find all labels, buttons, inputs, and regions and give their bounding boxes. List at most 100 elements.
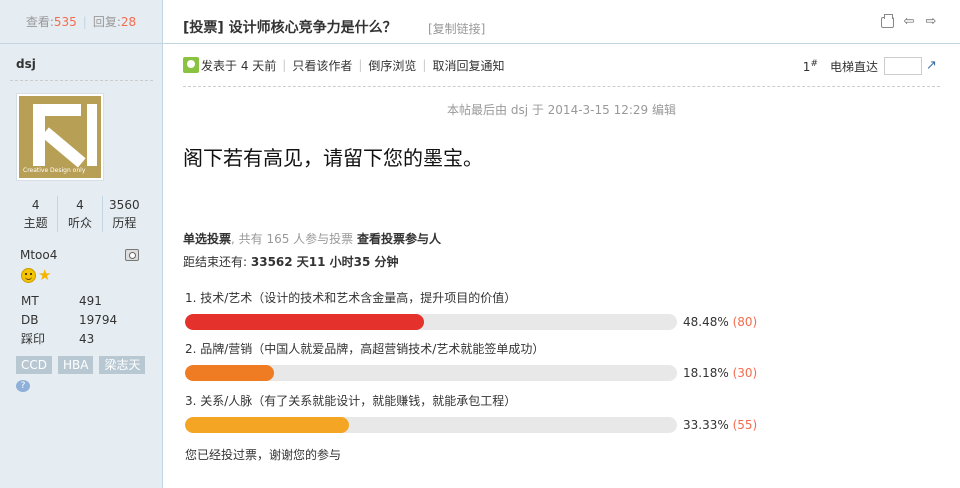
profile-row: DB 19794: [21, 311, 117, 330]
prev-thread-icon[interactable]: ⇦: [902, 15, 916, 29]
star-icon: ★: [38, 266, 52, 284]
user-count-topics[interactable]: 4 主题: [14, 196, 57, 232]
post-meta: 发表于 4 天前 | 只看该作者 | 倒序浏览 | 取消回复通知: [183, 56, 504, 74]
poll-remaining: 距结束还有: 33562 天11 小时35 分钟: [183, 253, 399, 270]
profile-value: 491: [79, 294, 102, 308]
thread-stats: 查看: 535 | 回复: 28: [0, 0, 162, 44]
user-count-listeners[interactable]: 4 听众: [57, 196, 101, 232]
floor-number-suffix: #: [810, 58, 818, 69]
replies-label: 回复:: [92, 15, 121, 29]
user-count-label: 主题: [23, 216, 48, 230]
reverse-order-link[interactable]: 倒序浏览: [368, 57, 416, 74]
print-icon[interactable]: [881, 14, 894, 28]
smile-icon: [21, 268, 36, 283]
poll-option: 3. 关系/人脉（有了关系就能设计，就能赚钱，就能承包工程） 33.33% (5…: [185, 393, 785, 433]
author-username[interactable]: dsj: [16, 57, 36, 71]
avatar-logo: Creative Design only: [19, 96, 101, 178]
post-divider: [183, 86, 940, 87]
poll-result: 18.18% (30): [683, 366, 757, 380]
online-status-icon: [183, 57, 199, 73]
user-tag[interactable]: HBA: [58, 356, 94, 374]
poll-participants: , 共有 165 人参与投票: [231, 232, 354, 246]
meta-divider: |: [422, 58, 427, 72]
poll-count: (80): [732, 315, 758, 329]
poll-percent: 48.48%: [683, 315, 729, 329]
edit-note: 本帖最后由 dsj 于 2014-3-15 12:29 编辑: [447, 103, 676, 117]
post-time: 发表于 4 天前: [201, 58, 277, 73]
poll-bar-row: 48.48% (80): [185, 314, 785, 330]
next-thread-icon[interactable]: ⇨: [924, 15, 938, 29]
poll-result: 33.33% (55): [683, 418, 757, 432]
avatar[interactable]: Creative Design only: [16, 93, 104, 181]
profile-key: 踩印: [21, 332, 46, 346]
poll-type: 单选投票: [183, 232, 232, 246]
poll-header: 单选投票, 共有 165 人参与投票 查看投票参与人: [183, 230, 441, 247]
stats-divider: |: [82, 14, 87, 29]
camera-icon[interactable]: [125, 249, 139, 261]
poll-option-label: 2. 品牌/营销（中国人就爱品牌，高超营销技术/艺术就能签单成功）: [185, 342, 545, 356]
poll-result: 48.48% (80): [683, 315, 757, 329]
title-tools: ⇦ ⇨: [881, 14, 938, 29]
poll-option-label: 1. 技术/艺术（设计的技术和艺术含金量高，提升项目的价值）: [185, 291, 517, 305]
poll-bar-fill: [185, 365, 275, 381]
user-count-value: 4: [76, 198, 84, 212]
post-body: 阁下若有高见，请留下您的墨宝。: [183, 146, 483, 170]
sidebar-divider: [10, 80, 153, 81]
user-count-label: 听众: [67, 216, 92, 230]
poll-option: 2. 品牌/营销（中国人就爱品牌，高超营销技术/艺术就能签单成功） 18.18%…: [185, 341, 785, 381]
user-tags: CCD HBA 梁志天: [16, 356, 146, 374]
profile-value: 43: [79, 332, 95, 346]
poll-remaining-label: 距结束还有:: [183, 255, 248, 269]
poll-percent: 18.18%: [683, 366, 729, 380]
jump-label: 电梯直达: [829, 59, 878, 74]
view-voters-link[interactable]: 查看投票参与人: [357, 232, 441, 246]
copy-link-button[interactable]: [复制链接]: [428, 20, 485, 37]
floor-jump: 1# 电梯直达 ↗: [803, 57, 940, 75]
poll-bar-track: [185, 417, 677, 433]
avatar-logo-text: Creative Design only: [23, 167, 86, 174]
poll-bar-track: [185, 314, 677, 330]
user-count-value: 4: [31, 198, 40, 212]
user-count-history[interactable]: 3560 历程: [101, 196, 146, 232]
user-count-value: 3560: [109, 198, 140, 212]
user-tag[interactable]: CCD: [16, 356, 52, 374]
jump-input[interactable]: [884, 57, 922, 75]
user-tag[interactable]: 梁志天: [99, 356, 146, 374]
profile-row: 踩印 43: [21, 330, 117, 349]
profile-key: DB: [21, 313, 39, 327]
user-counts: 4 主题 4 听众 3560 历程: [14, 196, 146, 232]
user-profile: MT 491 DB 19794 踩印 43: [21, 292, 117, 349]
meta-divider: |: [358, 58, 363, 72]
only-author-link[interactable]: 只看该作者: [292, 57, 352, 74]
views-label: 查看:: [25, 15, 54, 29]
poll-remaining-value: 33562 天11 小时35 分钟: [250, 255, 399, 269]
poll-percent: 33.33%: [683, 418, 729, 432]
meta-divider: |: [282, 58, 287, 72]
profile-key: MT: [21, 294, 39, 308]
replies-count: 28: [120, 14, 137, 29]
post-main: [投票] 设计师核心竞争力是什么？ [复制链接] ⇦ ⇨ 发表于 4 天前 | …: [163, 0, 960, 488]
poll-bar-track: [185, 365, 677, 381]
poll-bar-row: 18.18% (30): [185, 365, 785, 381]
poll-option: 1. 技术/艺术（设计的技术和艺术含金量高，提升项目的价值） 48.48% (8…: [185, 290, 785, 330]
views-count: 535: [53, 14, 77, 29]
user-medals: ★: [21, 268, 51, 283]
jump-go-icon[interactable]: ↗: [926, 59, 940, 73]
poll-option-label: 3. 关系/人脉（有了关系就能设计，就能赚钱，就能承包工程）: [185, 394, 517, 408]
poll-bar-row: 33.33% (55): [185, 417, 785, 433]
message-icon[interactable]: ?: [16, 380, 30, 392]
profile-value: 19794: [79, 313, 118, 327]
poll-bar-fill: [185, 417, 349, 433]
poll-bar-fill: [185, 314, 424, 330]
user-count-label: 历程: [112, 216, 137, 230]
user-group: Mtoo4: [20, 248, 58, 262]
profile-row: MT 491: [21, 292, 117, 311]
poll-count: (30): [732, 366, 758, 380]
author-sidebar: 查看: 535 | 回复: 28 dsj Creative Design onl…: [0, 0, 163, 488]
thread-title: [投票] 设计师核心竞争力是什么？: [183, 20, 397, 36]
poll-count: (55): [732, 418, 758, 432]
cancel-notify-link[interactable]: 取消回复通知: [432, 57, 504, 74]
floor-number: 1#: [803, 59, 818, 74]
title-bar: [投票] 设计师核心竞争力是什么？ [复制链接] ⇦ ⇨: [163, 0, 960, 44]
poll-done-message: 您已经投过票，谢谢您的参与: [185, 448, 342, 462]
